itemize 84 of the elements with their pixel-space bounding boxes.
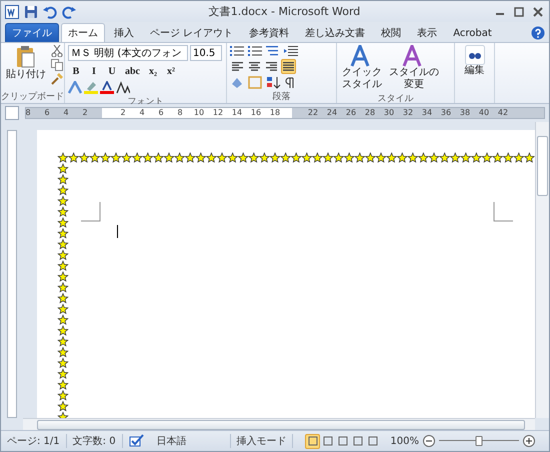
font-size-icon[interactable] [116, 81, 130, 94]
redo-icon[interactable] [62, 4, 76, 18]
ribbon-tab[interactable]: 挿入 [107, 23, 141, 42]
ruler-number: 6 [158, 108, 164, 118]
group-label: クリップボード [1, 91, 64, 103]
paste-button[interactable]: 貼り付け [4, 45, 48, 89]
help-icon[interactable] [531, 26, 545, 40]
language-indicator[interactable]: 日本語 [150, 434, 231, 448]
ruler-number: 30 [384, 108, 394, 118]
ruler-number: 6 [44, 108, 50, 118]
bullet-list-icon[interactable] [230, 45, 246, 57]
ribbon-tab[interactable]: ファイル [5, 23, 59, 42]
binoculars-icon [464, 45, 484, 65]
close-icon[interactable] [531, 4, 545, 18]
vertical-scrollbar[interactable] [535, 122, 549, 418]
margin-corner-icon [81, 202, 101, 222]
zoom-in-icon[interactable] [523, 435, 535, 447]
ribbon-tab[interactable]: 校閲 [374, 23, 408, 42]
slider-thumb[interactable] [476, 436, 482, 446]
ruler-number: 38 [460, 108, 470, 118]
ruler-number: 34 [422, 108, 432, 118]
format-button[interactable]: x₂ [145, 63, 161, 79]
ruler-number: 32 [402, 108, 414, 118]
clipboard-icon [15, 45, 37, 69]
font-name-field[interactable]: ＭＳ 明朝 (本文のフォン [68, 45, 188, 61]
sort-icon[interactable] [266, 76, 282, 89]
brush-icon[interactable] [51, 73, 63, 85]
ruler-number: 16 [250, 108, 262, 118]
restore-icon[interactable] [512, 4, 526, 18]
save-icon[interactable] [24, 4, 38, 18]
window-title: 文書1.docx - Microsoft Word [208, 4, 362, 19]
group-label: 段落 [272, 91, 292, 103]
ribbon-tab[interactable]: 表示 [410, 23, 444, 42]
margin-corner-icon [493, 202, 513, 222]
ruler-number: 22 [308, 108, 318, 118]
format-button[interactable]: abc [122, 63, 143, 79]
ruler-number: 10 [194, 108, 204, 118]
format-button[interactable]: x² [163, 63, 179, 79]
ruler-number: 24 [326, 108, 338, 118]
ruler-number: 2 [82, 108, 88, 118]
font-color-icon[interactable] [100, 81, 114, 94]
word-logo-icon[interactable] [5, 4, 19, 18]
numbered-list-icon[interactable] [248, 45, 264, 57]
ribbon-tab[interactable]: 差し込み文書 [298, 23, 372, 42]
ruler-number: 28 [364, 108, 376, 118]
word-count[interactable]: 文字数: 0 [66, 434, 123, 448]
ruler-number: 42 [498, 108, 508, 118]
ruler-number: 8 [177, 108, 183, 118]
group-label: スタイル [376, 93, 414, 105]
indent-icon[interactable] [284, 45, 298, 57]
copy-icon[interactable] [51, 59, 63, 71]
ribbon-tab[interactable]: ページ レイアウト [143, 23, 240, 42]
ribbon-tab[interactable]: 参考資料 [242, 23, 296, 42]
pilcrow-icon[interactable] [284, 76, 296, 89]
proofing-icon[interactable] [128, 434, 145, 448]
format-button[interactable]: B [68, 63, 84, 79]
horizontal-scrollbar[interactable] [23, 418, 535, 430]
zoom-out-icon[interactable] [423, 435, 435, 447]
style-button[interactable]: クイック スタイル [340, 45, 384, 91]
format-button[interactable]: U [104, 63, 120, 79]
input-mode[interactable]: 挿入モード [230, 434, 293, 448]
ruler-number: 26 [346, 108, 356, 118]
ribbon-tab[interactable]: Acrobat [446, 23, 499, 42]
zoom-level[interactable]: 100% [390, 436, 419, 446]
font-size-field[interactable]: 10.5 [190, 45, 222, 61]
ruler-number: 4 [139, 108, 145, 118]
ruler-number: 2 [120, 108, 126, 118]
ruler-number: 18 [270, 108, 280, 118]
ruler-number: 36 [440, 108, 452, 118]
view-button[interactable] [305, 434, 320, 448]
ruler-number: 12 [212, 108, 224, 118]
page-count[interactable]: ページ: 1/1 [1, 434, 67, 448]
text-cursor [117, 225, 118, 238]
ruler-number: 14 [232, 108, 242, 118]
ruler-number: 40 [478, 108, 490, 118]
undo-icon[interactable] [43, 4, 57, 18]
style-button[interactable]: スタイルの 変更 [387, 45, 441, 91]
cut-icon[interactable] [51, 45, 63, 57]
editing-button[interactable]: 編集 [462, 45, 486, 101]
ribbon-tab[interactable]: ホーム [61, 23, 105, 42]
ruler-number: 4 [63, 108, 69, 118]
text-effect-icon[interactable] [68, 81, 82, 94]
format-button[interactable]: I [86, 63, 102, 79]
ruler-number: 8 [25, 108, 31, 118]
